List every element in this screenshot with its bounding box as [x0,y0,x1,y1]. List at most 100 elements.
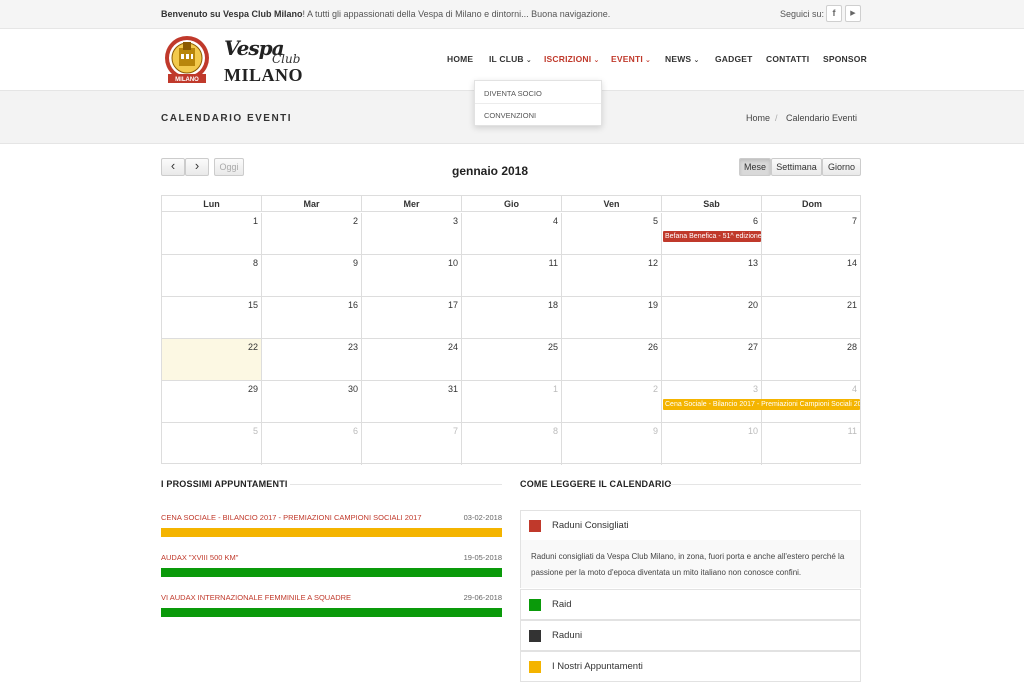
calendar-day-cell[interactable]: 6 [262,423,362,465]
welcome-text: ! A tutti gli appassionati della Vespa d… [302,9,611,19]
dropdown-item-diventa-socio[interactable]: DIVENTA SOCIO [484,89,542,98]
nav-news[interactable]: NEWS ⌄ [665,54,700,64]
day-number: 29 [247,384,258,394]
calendar-day-cell[interactable]: 8 [162,255,262,297]
appointment-title-link[interactable]: CENA SOCIALE - BILANCIO 2017 - PREMIAZIO… [161,513,422,522]
legend-item-raduni-consigliati[interactable]: Raduni Consigliati [520,510,861,541]
calendar-day-cell[interactable]: 4 [462,213,562,255]
day-number: 3 [752,384,758,394]
calendar-day-cell[interactable]: 2 [562,381,662,423]
calendar-day-cell[interactable]: 11 [762,423,860,465]
day-number: 1 [252,216,258,226]
legend-description: Raduni consigliati da Vespa Club Milano,… [520,540,861,588]
vespa-club-milano-logo[interactable]: Vespa Club MILANO [220,36,310,86]
view-week-button[interactable]: Settimana [771,158,822,176]
day-number: 5 [252,426,258,436]
calendar-day-cell[interactable]: 9 [562,423,662,465]
facebook-icon[interactable]: f [826,5,842,22]
legend-label: Raduni Consigliati [552,520,629,531]
day-number: 15 [247,300,258,310]
view-month-button[interactable]: Mese [739,158,771,176]
calendar-day-cell[interactable]: 29 [162,381,262,423]
calendar-day-cell[interactable]: 11 [462,255,562,297]
youtube-icon[interactable]: ▶ [845,5,861,22]
calendar-day-cell[interactable]: 13 [662,255,762,297]
calendar-event[interactable]: Befana Benefica - 51^ edizione [663,231,761,242]
legend-heading-line [670,484,861,485]
calendar-day-cell[interactable]: 23 [262,339,362,381]
appointment-date: 19-05-2018 [463,553,502,562]
calendar-day-cell[interactable]: 9 [262,255,362,297]
day-number: 11 [847,426,857,436]
calendar-day-cell[interactable]: 5 [562,213,662,255]
dropdown-item-convenzioni[interactable]: CONVENZIONI [484,111,536,120]
legend-item-raid[interactable]: Raid [520,589,861,620]
day-number: 1 [552,384,558,394]
calendar-day-cell[interactable]: 26 [562,339,662,381]
club-badge-logo[interactable]: MILANO [162,34,212,86]
nav-gadget[interactable]: GADGET [715,54,753,64]
calendar-day-cell[interactable]: 1 [462,381,562,423]
calendar-day-cell[interactable]: 17 [362,297,462,339]
prev-month-button[interactable]: ‹ [161,158,185,176]
calendar-day-cell[interactable]: 30 [262,381,362,423]
appointment-date: 29-06-2018 [463,593,502,602]
legend-swatch [529,599,541,611]
day-number: 8 [252,258,258,268]
weekday-ven: Ven [562,196,662,212]
legend-label: Raid [552,599,572,610]
calendar-day-cell[interactable]: 12 [562,255,662,297]
appointment-title-link[interactable]: AUDAX "XVIII 500 KM" [161,553,238,562]
breadcrumb-home[interactable]: Home [746,113,770,123]
calendar-day-cell[interactable]: 15 [162,297,262,339]
upcoming-heading-line [290,484,502,485]
calendar-day-cell[interactable]: 7 [362,423,462,465]
weekday-sab: Sab [662,196,762,212]
calendar-day-cell[interactable]: 21 [762,297,860,339]
upcoming-heading: I PROSSIMI APPUNTAMENTI [161,479,288,489]
view-day-button[interactable]: Giorno [822,158,861,176]
calendar-day-cell[interactable]: 7 [762,213,860,255]
appointment-title-link[interactable]: VI AUDAX INTERNAZIONALE FEMMINILE A SQUA… [161,593,351,602]
nav-sponsor[interactable]: SPONSOR [823,54,867,64]
calendar-day-cell[interactable]: 10 [362,255,462,297]
calendar-day-cell[interactable]: 22 [162,339,262,381]
calendar-day-cell[interactable]: 20 [662,297,762,339]
day-number: 21 [846,300,857,310]
calendar-day-cell[interactable]: 24 [362,339,462,381]
nav-home[interactable]: HOME [447,54,473,64]
top-bar: Benvenuto su Vespa Club Milano! A tutti … [0,0,1024,29]
calendar-day-cell[interactable]: 19 [562,297,662,339]
weekday-lun: Lun [162,196,262,212]
calendar-day-cell[interactable]: 5 [162,423,262,465]
nav-iscrizioni[interactable]: ISCRIZIONI ⌄ [544,54,600,64]
calendar-day-cell[interactable]: 31 [362,381,462,423]
weekday-header: Lun Mar Mer Gio Ven Sab Dom [162,196,860,212]
weekday-mar: Mar [262,196,362,212]
calendar-day-cell[interactable]: 28 [762,339,860,381]
legend-item-nostri-appuntamenti[interactable]: I Nostri Appuntamenti [520,651,861,682]
badge-label: MILANO [175,77,199,83]
calendar-day-cell[interactable]: 25 [462,339,562,381]
nav-contatti[interactable]: CONTATTI [766,54,809,64]
legend-swatch [529,630,541,642]
nav-label: CONTATTI [766,54,810,64]
nav-label: IL CLUB [489,54,524,64]
calendar-day-cell[interactable]: 16 [262,297,362,339]
legend-item-raduni[interactable]: Raduni [520,620,861,651]
calendar-day-cell[interactable]: 2 [262,213,362,255]
logo-milano-text: MILANO [224,65,303,85]
day-number: 8 [552,426,558,436]
next-month-button[interactable]: › [185,158,209,176]
calendar-day-cell[interactable]: 10 [662,423,762,465]
nav-il-club[interactable]: IL CLUB ⌄ [489,54,532,64]
calendar-day-cell[interactable]: 18 [462,297,562,339]
calendar-day-cell[interactable]: 1 [162,213,262,255]
calendar-day-cell[interactable]: 14 [762,255,860,297]
today-button[interactable]: Oggi [214,158,244,176]
nav-eventi[interactable]: EVENTI ⌄ [611,54,651,64]
calendar-day-cell[interactable]: 3 [362,213,462,255]
calendar-day-cell[interactable]: 27 [662,339,762,381]
calendar-event[interactable]: Cena Sociale - Bilancio 2017 - Premiazio… [663,399,860,410]
calendar-day-cell[interactable]: 8 [462,423,562,465]
